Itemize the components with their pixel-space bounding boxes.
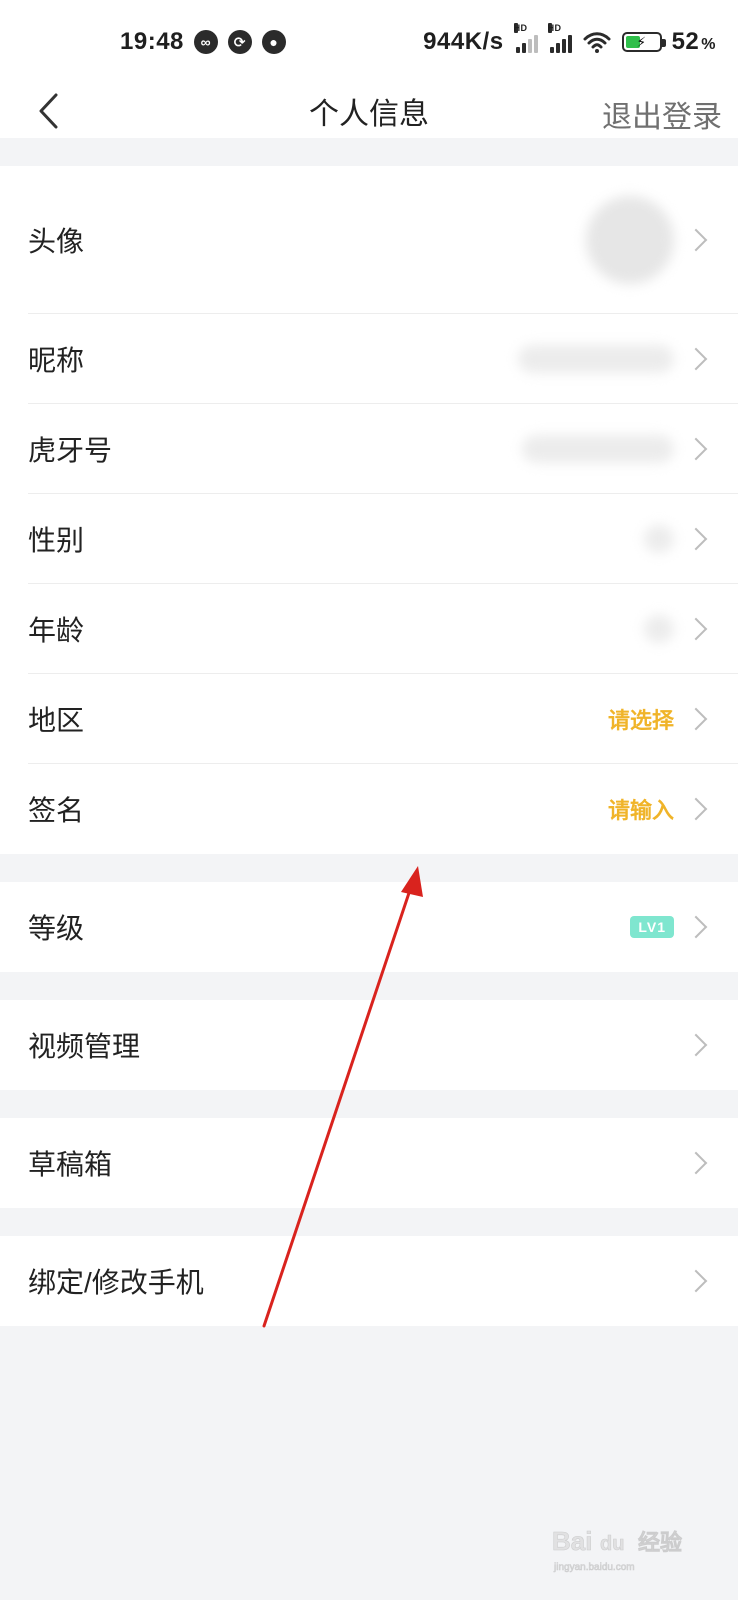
row-label: 昵称 xyxy=(28,345,85,376)
row-age[interactable]: 年龄 xyxy=(0,584,738,674)
profile-section: 头像 昵称 虎牙号 性别 年龄 地区 请选择 签名 请输入 xyxy=(0,166,738,854)
row-label: 绑定/修改手机 xyxy=(28,1267,204,1298)
signal-icon-2: HD xyxy=(547,23,572,53)
back-button[interactable] xyxy=(28,84,68,138)
watermark-brand-paw: du xyxy=(600,1533,624,1555)
header: 个人信息 退出登录 xyxy=(0,84,738,138)
page: 19:48 ∞ ⟳ ● 944K/s HD HD ⚡ 52 % 个人信息 退出登… xyxy=(0,0,738,1600)
row-huya-id[interactable]: 虎牙号 xyxy=(0,404,738,494)
avatar xyxy=(586,196,674,284)
top-gap xyxy=(0,138,738,166)
watermark-brand-en: Bai xyxy=(552,1526,592,1556)
watermark-brand-cn: 经验 xyxy=(638,1530,682,1556)
row-label: 等级 xyxy=(28,913,85,944)
globe-icon: ● xyxy=(261,30,286,54)
huya-id-value xyxy=(522,435,674,463)
row-signature[interactable]: 签名 请输入 xyxy=(0,764,738,854)
status-time: 19:48 xyxy=(120,28,184,55)
battery-percent: 52% xyxy=(671,28,716,55)
video-section: 视频管理 xyxy=(0,1000,738,1090)
gender-value xyxy=(644,525,674,553)
battery-icon: ⚡ xyxy=(621,32,666,52)
wifi-icon xyxy=(582,31,612,53)
charging-icon: ⚡ xyxy=(636,33,647,50)
row-label: 地区 xyxy=(28,705,85,736)
row-nickname[interactable]: 昵称 xyxy=(0,314,738,404)
chevron-right-icon xyxy=(684,617,708,641)
status-left: 19:48 ∞ ⟳ ● xyxy=(120,28,286,56)
drafts-section: 草稿箱 xyxy=(0,1118,738,1208)
row-label: 性别 xyxy=(28,525,85,556)
infinity-icon: ∞ xyxy=(193,30,218,54)
status-right: 944K/s HD HD ⚡ 52 % xyxy=(423,23,716,56)
row-video-management[interactable]: 视频管理 xyxy=(0,1000,738,1090)
signature-value: 请输入 xyxy=(607,798,674,823)
chevron-right-icon xyxy=(684,1151,708,1175)
row-label: 草稿箱 xyxy=(28,1149,113,1180)
rotate-icon: ⟳ xyxy=(227,30,252,54)
row-label: 年龄 xyxy=(28,615,85,646)
chevron-right-icon xyxy=(684,707,708,731)
page-title: 个人信息 xyxy=(309,98,429,131)
network-speed: 944K/s xyxy=(423,28,504,55)
chevron-right-icon xyxy=(684,437,708,461)
row-level[interactable]: 等级 LV1 xyxy=(0,882,738,972)
chevron-right-icon xyxy=(684,797,708,821)
chevron-right-icon xyxy=(684,228,708,252)
row-region[interactable]: 地区 请选择 xyxy=(0,674,738,764)
row-label: 视频管理 xyxy=(28,1031,141,1062)
signal-icon: HD xyxy=(513,23,538,53)
level-section: 等级 LV1 xyxy=(0,882,738,972)
row-drafts[interactable]: 草稿箱 xyxy=(0,1118,738,1208)
level-badge: LV1 xyxy=(630,916,674,938)
logout-button[interactable]: 退出登录 xyxy=(602,92,722,136)
chevron-left-icon xyxy=(39,93,58,129)
region-value: 请选择 xyxy=(607,708,674,733)
chevron-right-icon xyxy=(684,527,708,551)
age-value xyxy=(644,615,674,643)
hd-label: HD xyxy=(547,23,562,33)
chevron-right-icon xyxy=(684,1269,708,1293)
row-label: 头像 xyxy=(28,226,85,257)
status-bar: 19:48 ∞ ⟳ ● 944K/s HD HD ⚡ 52 % xyxy=(0,0,738,84)
row-bind-phone[interactable]: 绑定/修改手机 xyxy=(0,1236,738,1326)
row-label: 签名 xyxy=(28,795,85,826)
chevron-right-icon xyxy=(684,347,708,371)
watermark-site: jingyan.baidu.com xyxy=(553,1562,635,1573)
row-avatar[interactable]: 头像 xyxy=(0,166,738,314)
nickname-value xyxy=(518,345,674,373)
hd-label: HD xyxy=(513,23,528,33)
baidu-watermark: Bai du 经验 jingyan.baidu.com xyxy=(552,1526,682,1574)
phone-section: 绑定/修改手机 xyxy=(0,1236,738,1326)
chevron-right-icon xyxy=(684,915,708,939)
row-label: 虎牙号 xyxy=(28,435,113,466)
chevron-right-icon xyxy=(684,1033,708,1057)
row-gender[interactable]: 性别 xyxy=(0,494,738,584)
